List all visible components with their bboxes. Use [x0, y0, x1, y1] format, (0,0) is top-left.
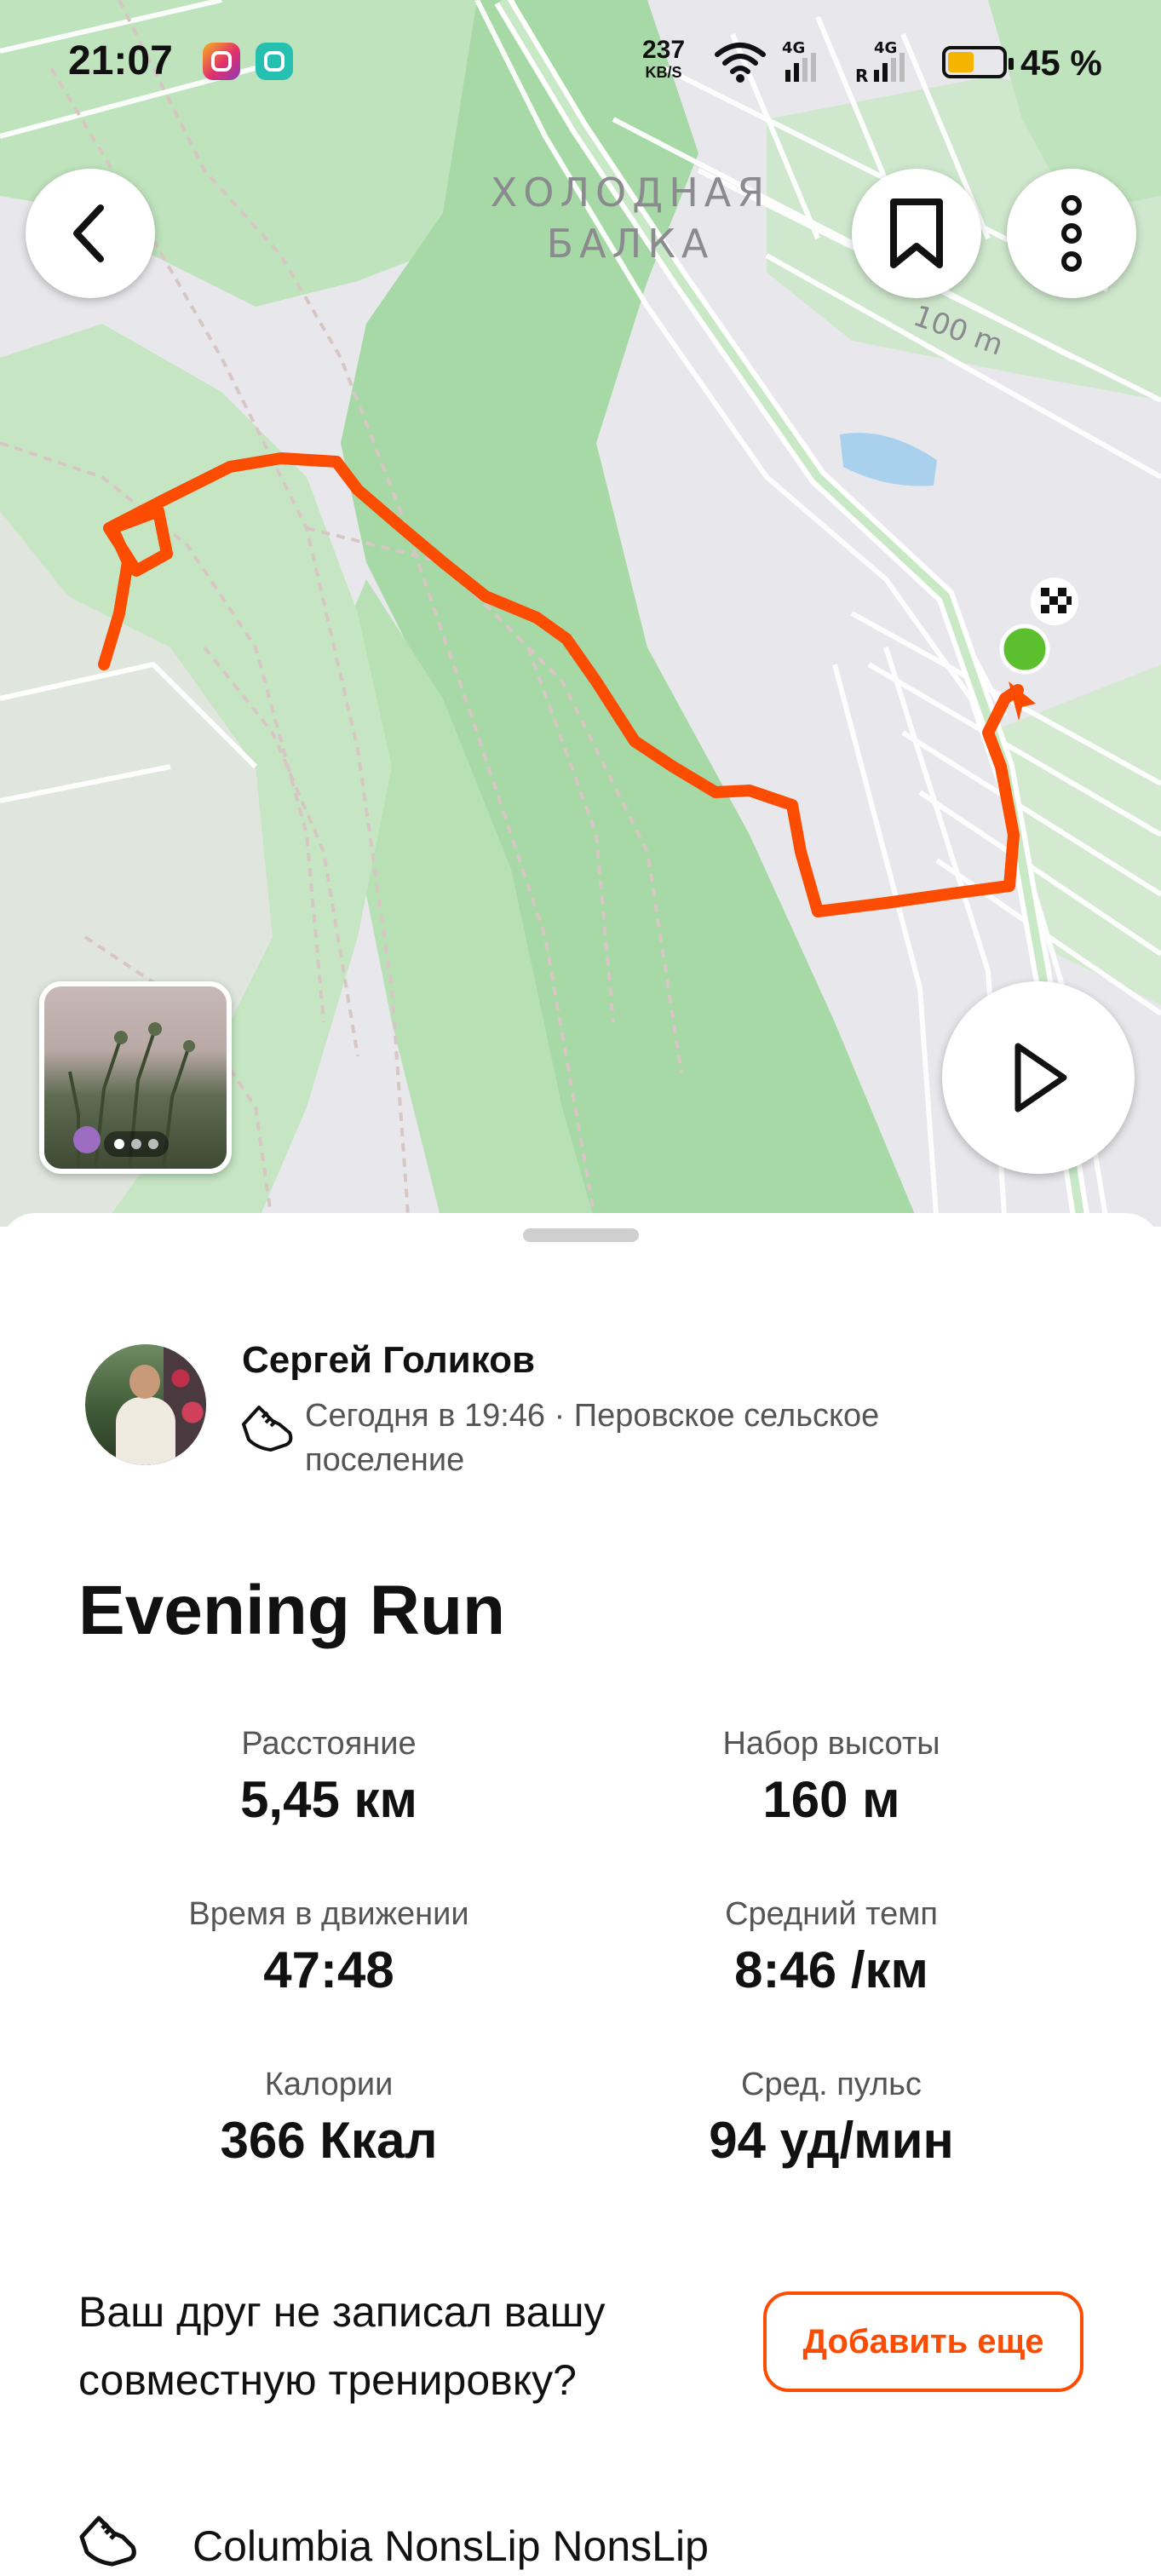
svg-text:4G: 4G: [782, 39, 805, 57]
add-more-button[interactable]: Добавить еще: [763, 2291, 1083, 2392]
sheet-drag-handle[interactable]: [523, 1228, 639, 1242]
stat-label: Время в движении: [188, 1896, 469, 1932]
back-button[interactable]: [26, 169, 155, 298]
activity-title: Evening Run: [78, 1572, 506, 1649]
network-speed-unit: KB/S: [645, 64, 682, 81]
stat-label: Сред. пульс: [741, 2067, 922, 2102]
stat-value: 5,45 км: [240, 1771, 417, 1828]
stat-value: 94 уд/мин: [709, 2112, 954, 2169]
activity-date-location: Сегодня в 19:46 · Перовское сельское пос…: [305, 1398, 880, 1478]
battery-icon: [942, 46, 1014, 78]
run-shoe-icon: [242, 1406, 293, 1452]
photo-pager-dots: [104, 1131, 169, 1157]
avatar[interactable]: [85, 1344, 206, 1465]
more-button[interactable]: [1007, 169, 1136, 298]
stat-label: Калории: [264, 2067, 394, 2102]
stat-calories: Калории 366 Ккал: [73, 2065, 584, 2171]
more-vertical-icon: [1061, 195, 1082, 272]
stat-value: 47:48: [263, 1941, 394, 1998]
stat-label: Расстояние: [241, 1726, 417, 1762]
stat-value: 8:46 /км: [734, 1941, 928, 1998]
messenger-icon: [256, 43, 293, 80]
bookmark-icon: [890, 198, 943, 268]
stat-moving-time: Время в движении 47:48: [73, 1895, 584, 2000]
network-speed-value: 237: [642, 36, 686, 64]
gear-name[interactable]: Columbia NonsLip NonsLip: [193, 2521, 709, 2571]
stat-avg-pace: Средний темп 8:46 /км: [576, 1895, 1087, 2000]
wifi-icon: [715, 43, 766, 83]
play-flyover-button[interactable]: [942, 981, 1135, 1174]
stat-label: Набор высоты: [722, 1726, 940, 1762]
back-icon: [73, 204, 104, 262]
play-icon: [1014, 1043, 1067, 1113]
shoe-gear-icon: [79, 2516, 136, 2567]
status-time: 21:07: [68, 38, 173, 83]
stat-value: 366 Ккал: [220, 2112, 438, 2169]
map-place-label: ХОЛОДНАЯ: [490, 170, 771, 216]
friend-prompt-text: Ваш друг не записал вашу совместную трен…: [78, 2288, 606, 2404]
network-speed: 237 KB/S: [642, 36, 686, 83]
stat-avg-heart-rate: Сред. пульс 94 уд/мин: [576, 2065, 1087, 2171]
instagram-icon: [203, 43, 240, 80]
svg-text:4G: 4G: [874, 39, 897, 57]
stat-distance: Расстояние 5,45 км: [73, 1724, 584, 1830]
stat-value: 160 м: [762, 1771, 900, 1828]
activity-photo-thumbnail[interactable]: [39, 981, 232, 1174]
stat-elevation-gain: Набор высоты 160 м: [576, 1724, 1087, 1830]
bookmark-button[interactable]: [852, 169, 981, 298]
map-place-label-2: БАЛКА: [546, 221, 715, 267]
athlete-name[interactable]: Сергей Голиков: [242, 1339, 535, 1382]
activity-sheet: Сергей Голиков Сегодня в 19:46 · Перовск…: [0, 1213, 1161, 2570]
signal-4g-roaming-icon: 4G R: [855, 39, 905, 85]
battery-percent: 45 %: [1020, 43, 1102, 83]
signal-4g-icon: 4G: [782, 39, 816, 82]
svg-text:R: R: [855, 66, 868, 85]
status-bar: 21:07 237 KB/S 4G 4G R 45 %: [0, 0, 1161, 128]
stat-label: Средний темп: [725, 1896, 938, 1932]
